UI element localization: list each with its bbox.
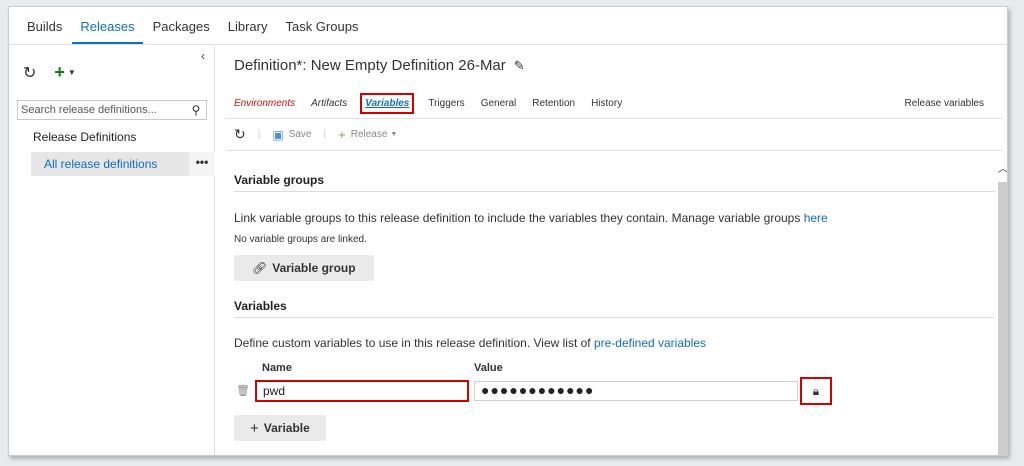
variable-groups-heading: Variable groups xyxy=(234,173,325,187)
caret-down-icon[interactable]: ▼ xyxy=(68,68,76,77)
tree-item-all-release-definitions[interactable]: All release definitions ••• xyxy=(31,152,215,176)
variables-description: Define custom variables to use in this r… xyxy=(234,336,706,350)
search-box: ⚲ xyxy=(17,100,207,120)
plus-icon: + xyxy=(250,419,259,437)
tab-task-groups[interactable]: Task Groups xyxy=(277,19,366,44)
divider xyxy=(234,191,995,192)
save-icon: ▣ xyxy=(272,127,284,142)
tab-general[interactable]: General xyxy=(481,98,517,109)
variable-groups-description-text: Link variable groups to this release def… xyxy=(234,211,804,225)
tree-root-label[interactable]: Release Definitions xyxy=(33,130,136,144)
variable-name-input[interactable]: pwd xyxy=(255,380,469,402)
tab-releases[interactable]: Releases xyxy=(72,19,143,44)
plus-icon: + xyxy=(338,127,346,142)
right-pane: Definition*: New Empty Definition 26-Mar… xyxy=(216,46,1007,455)
variables-description-text: Define custom variables to use in this r… xyxy=(234,336,594,350)
tab-environments[interactable]: Environments xyxy=(234,98,295,109)
add-variable-group-label: Variable group xyxy=(272,261,356,275)
search-icon[interactable]: ⚲ xyxy=(186,103,206,117)
definition-title: Definition*: New Empty Definition 26-Mar… xyxy=(234,57,525,74)
more-options-icon[interactable]: ••• xyxy=(189,152,215,176)
add-variable-label: Variable xyxy=(263,421,310,435)
definition-toolbar: ↻ | ▣ Save | + Release ▼ xyxy=(234,126,397,143)
refresh-icon[interactable]: ↻ xyxy=(234,126,246,143)
scrollbar-thumb[interactable] xyxy=(998,182,1007,455)
release-button[interactable]: Release xyxy=(351,129,388,140)
search-input[interactable] xyxy=(18,104,186,116)
toolbar-separator: | xyxy=(323,129,327,140)
tree-item-label[interactable]: All release definitions xyxy=(31,157,189,171)
save-button[interactable]: Save xyxy=(289,129,312,140)
toolbar-separator: | xyxy=(257,129,261,140)
manage-variable-groups-link[interactable]: here xyxy=(804,211,828,225)
tab-history[interactable]: History xyxy=(591,98,622,109)
release-variables-link[interactable]: Release variables xyxy=(905,98,985,109)
tab-triggers[interactable]: Triggers xyxy=(428,98,464,109)
divider xyxy=(234,317,995,318)
trash-icon[interactable]: 🗑︎ xyxy=(236,384,250,397)
variables-heading: Variables xyxy=(234,299,287,313)
definition-tabs: Environments Artifacts Variables Trigger… xyxy=(234,93,638,114)
window: Builds Releases Packages Library Task Gr… xyxy=(8,6,1008,456)
lock-icon[interactable]: 🔒︎ xyxy=(800,377,832,405)
add-icon[interactable]: + xyxy=(54,62,65,83)
top-nav: Builds Releases Packages Library Task Gr… xyxy=(9,7,1007,45)
definition-title-text: Definition*: New Empty Definition 26-Mar xyxy=(234,57,506,74)
divider xyxy=(226,150,1003,151)
caret-down-icon[interactable]: ▼ xyxy=(390,131,397,138)
divider xyxy=(226,118,1003,119)
collapse-chevron-icon[interactable]: ‹ xyxy=(201,49,205,63)
column-header-name: Name xyxy=(262,362,292,374)
variable-value-input[interactable]: ●●●●●●●●●●●● xyxy=(474,381,798,401)
tab-variables[interactable]: Variables xyxy=(360,93,415,114)
link-icon: 🔗︎ xyxy=(252,261,268,275)
scroll-up-icon[interactable]: ︿ xyxy=(997,160,1007,175)
tab-retention[interactable]: Retention xyxy=(532,98,575,109)
variable-groups-description: Link variable groups to this release def… xyxy=(234,211,828,225)
scrollbar[interactable]: ︿ xyxy=(997,160,1007,455)
left-toolbar: ↻ + ▼ xyxy=(23,62,76,83)
tab-packages[interactable]: Packages xyxy=(145,19,218,44)
tab-artifacts[interactable]: Artifacts xyxy=(311,98,347,109)
add-variable-button[interactable]: + Variable xyxy=(234,415,326,441)
pencil-icon[interactable]: ✎ xyxy=(514,58,525,74)
tab-builds[interactable]: Builds xyxy=(19,19,70,44)
column-header-value: Value xyxy=(474,362,503,374)
no-variable-groups-note: No variable groups are linked. xyxy=(234,234,367,245)
predefined-variables-link[interactable]: pre-defined variables xyxy=(594,336,706,350)
left-pane: ‹ ↻ + ▼ ⚲ Release Definitions All releas… xyxy=(9,46,215,455)
add-variable-group-button[interactable]: 🔗︎ Variable group xyxy=(234,255,374,281)
tab-library[interactable]: Library xyxy=(220,19,276,44)
refresh-icon[interactable]: ↻ xyxy=(23,63,36,83)
